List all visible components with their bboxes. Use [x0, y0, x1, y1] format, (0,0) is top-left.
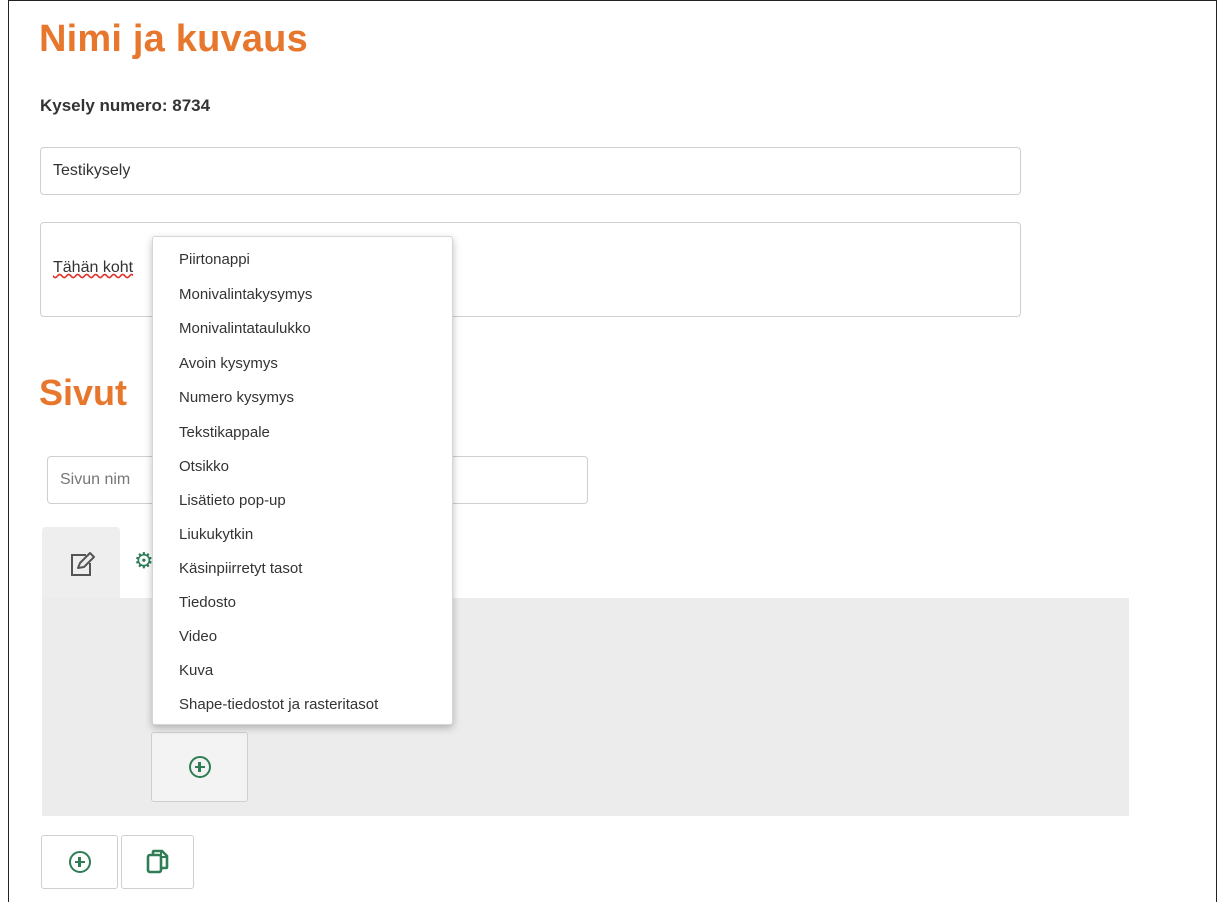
menu-item-liukukytkin[interactable]: Liukukytkin: [179, 526, 253, 543]
add-circle-icon: [68, 851, 91, 873]
survey-number: Kysely numero: 8734: [40, 96, 211, 115]
menu-item-kuva[interactable]: Kuva: [179, 662, 213, 679]
menu-item-piirtonappi[interactable]: Piirtonappi: [179, 251, 250, 268]
menu-item-video[interactable]: Video: [179, 628, 217, 645]
add-element-button[interactable]: [151, 732, 248, 802]
page-title: Nimi ja kuvaus: [39, 18, 308, 60]
settings-icon[interactable]: ⚙: [134, 548, 154, 574]
menu-item-avoin-kysymys[interactable]: Avoin kysymys: [179, 355, 278, 372]
tab-edit[interactable]: [42, 527, 120, 601]
menu-item-kasinpiirretyt-tasot[interactable]: Käsinpiirretyt tasot: [179, 560, 302, 577]
add-element-dropdown-menu: Piirtonappi Monivalintakysymys Monivalin…: [152, 236, 453, 725]
pages-heading: Sivut: [39, 372, 128, 413]
add-circle-icon: [188, 756, 211, 778]
add-page-button[interactable]: [41, 835, 118, 889]
menu-item-tiedosto[interactable]: Tiedosto: [179, 594, 236, 611]
copy-page-button[interactable]: [121, 835, 194, 889]
menu-item-shape-tiedostot[interactable]: Shape-tiedostot ja rasteritasot: [179, 696, 378, 713]
survey-title-input[interactable]: Testikysely: [40, 147, 1021, 195]
menu-item-tekstikappale[interactable]: Tekstikappale: [179, 424, 270, 441]
edit-icon: [71, 552, 95, 576]
menu-item-monivalintataulukko[interactable]: Monivalintataulukko: [179, 320, 311, 337]
copy-icon: [146, 849, 168, 874]
menu-item-monivalintakysymys[interactable]: Monivalintakysymys: [179, 286, 312, 303]
description-text: Tähän koht: [53, 259, 134, 276]
menu-item-numero-kysymys[interactable]: Numero kysymys: [179, 389, 294, 406]
menu-item-lisatieto-popup[interactable]: Lisätieto pop-up: [179, 492, 286, 509]
menu-item-otsikko[interactable]: Otsikko: [179, 458, 229, 475]
